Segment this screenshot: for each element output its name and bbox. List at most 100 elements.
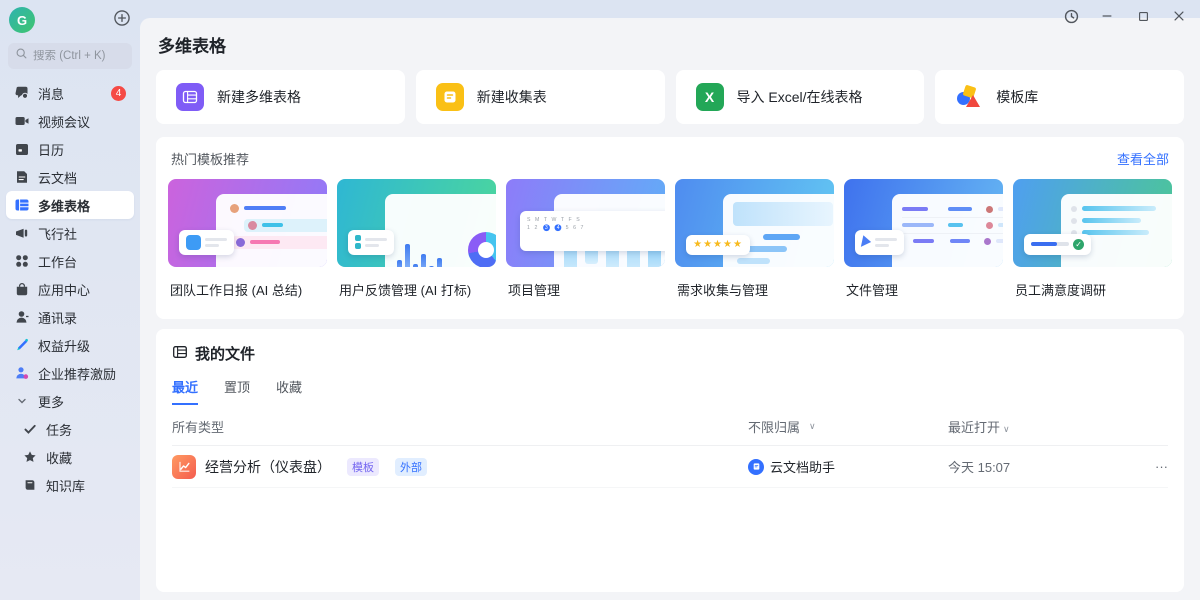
template-card-feedback[interactable]: 用户反馈管理 (AI 打标)	[337, 179, 496, 299]
owner-name: 云文档助手	[770, 457, 835, 476]
sidebar-item-label: 更多	[38, 392, 64, 411]
sidebar-item-label: 知识库	[46, 476, 85, 495]
bag-icon	[14, 281, 30, 297]
import-excel-button[interactable]: X 导入 Excel/在线表格	[676, 70, 925, 124]
avatar[interactable]: G	[9, 7, 35, 33]
sidebar-item-contacts[interactable]: 通讯录	[6, 303, 134, 331]
template-thumbnail	[337, 179, 496, 267]
sidebar-item-more[interactable]: 更多	[6, 387, 134, 415]
template-label: 员工满意度调研	[1013, 280, 1172, 299]
file-name: 经营分析（仪表盘）	[205, 457, 331, 477]
sidebar-item-referral[interactable]: 企业推荐激励	[6, 359, 134, 387]
template-label: 团队工作日报 (AI 总结)	[168, 280, 327, 299]
sidebar-item-label: 云文档	[38, 168, 77, 187]
sidebar-item-label: 收藏	[46, 448, 72, 467]
new-form-button[interactable]: 新建收集表	[416, 70, 665, 124]
sidebar-item-label: 权益升级	[38, 336, 90, 355]
template-library-icon	[955, 83, 983, 111]
sidebar-item-upgrade[interactable]: 权益升级	[6, 331, 134, 359]
bitable-outline-icon	[172, 344, 188, 364]
files-tabs: 最近 置顶 收藏	[172, 377, 1168, 405]
template-card-satisfaction-survey[interactable]: ✓ 员工满意度调研	[1013, 179, 1172, 299]
sidebar-item-label: 应用中心	[38, 280, 90, 299]
more-options-button[interactable]: ···	[1128, 459, 1168, 474]
filter-opened[interactable]: 最近打开∨	[948, 417, 1128, 436]
app-window: G 消息 4 视频会议 日历 云文	[0, 0, 1200, 600]
titlebar-controls	[1062, 7, 1188, 25]
template-card-file-management[interactable]: 文件管理	[844, 179, 1003, 299]
file-open-time: 今天 15:07	[948, 457, 1128, 476]
action-label: 模板库	[996, 87, 1038, 107]
template-label: 用户反馈管理 (AI 打标)	[337, 280, 496, 299]
sidebar-item-workplace[interactable]: 工作台	[6, 247, 134, 275]
sidebar-item-tasks[interactable]: 任务	[6, 415, 134, 443]
chevron-down-icon	[14, 393, 30, 409]
unread-badge: 4	[111, 86, 126, 101]
filter-owner[interactable]: 不限归属∨	[748, 417, 948, 436]
history-icon[interactable]	[1062, 7, 1080, 25]
close-button[interactable]	[1170, 7, 1188, 25]
view-all-link[interactable]: 查看全部	[1117, 149, 1169, 168]
new-bitable-button[interactable]: 新建多维表格	[156, 70, 405, 124]
template-library-button[interactable]: 模板库	[935, 70, 1184, 124]
megaphone-icon	[14, 225, 30, 241]
template-thumbnail	[168, 179, 327, 267]
sidebar-item-app-center[interactable]: 应用中心	[6, 275, 134, 303]
bitable-icon	[14, 197, 30, 213]
tab-favorites[interactable]: 收藏	[276, 377, 302, 405]
file-row[interactable]: 经营分析（仪表盘） 模板 外部 云文档助手 今天 15:07 ···	[172, 446, 1168, 488]
sidebar-item-feishu-club[interactable]: 飞行社	[6, 219, 134, 247]
template-label: 需求收集与管理	[675, 280, 834, 299]
main-content: 多维表格 新建多维表格 新建收集表 X 导入 Excel/在线表格 模板库	[140, 18, 1200, 600]
filter-all-types[interactable]: 所有类型	[172, 417, 748, 436]
owner-avatar	[748, 459, 764, 475]
chevron-down-icon: ∨	[809, 421, 816, 432]
sidebar-item-messages[interactable]: 消息 4	[6, 79, 134, 107]
search-box[interactable]	[8, 43, 132, 69]
bitable-icon	[176, 83, 204, 111]
sidebar-item-favorites[interactable]: 收藏	[6, 443, 134, 471]
tab-pinned[interactable]: 置顶	[224, 377, 250, 405]
calendar-icon	[14, 141, 30, 157]
sidebar-item-docs[interactable]: 云文档	[6, 163, 134, 191]
sidebar-item-bitable[interactable]: 多维表格	[6, 191, 134, 219]
excel-icon: X	[696, 83, 724, 111]
template-card-project[interactable]: S M T W T F S 1 2 3 4 5 6 7 项目管理	[506, 179, 665, 299]
star-icon	[22, 449, 38, 465]
sidebar: G 消息 4 视频会议 日历 云文	[0, 0, 140, 600]
person-icon	[14, 309, 30, 325]
hot-templates-panel: 热门模板推荐 查看全部 团队工作日报 (AI 总结)	[156, 137, 1184, 319]
template-card-requirements[interactable]: ★★★★★ 需求收集与管理	[675, 179, 834, 299]
sidebar-item-calendar[interactable]: 日历	[6, 135, 134, 163]
chevron-down-icon: ∨	[1003, 424, 1010, 434]
video-camera-icon	[14, 113, 30, 129]
tab-recent[interactable]: 最近	[172, 377, 198, 405]
template-label: 项目管理	[506, 280, 665, 299]
template-thumbnail: ✓	[1013, 179, 1172, 267]
search-input[interactable]	[33, 50, 125, 62]
action-row: 新建多维表格 新建收集表 X 导入 Excel/在线表格 模板库	[156, 70, 1184, 124]
template-badge: 模板	[347, 458, 379, 476]
gem-icon	[14, 337, 30, 353]
page-title: 多维表格	[158, 32, 1184, 57]
templates-section-title: 热门模板推荐	[171, 149, 249, 168]
stars-icon: ★★★★★	[693, 240, 743, 250]
template-thumbnail: ★★★★★	[675, 179, 834, 267]
action-label: 新建收集表	[477, 87, 547, 107]
action-label: 导入 Excel/在线表格	[737, 87, 863, 107]
form-icon	[436, 83, 464, 111]
sidebar-item-video-meeting[interactable]: 视频会议	[6, 107, 134, 135]
book-icon	[22, 477, 38, 493]
maximize-button[interactable]	[1134, 7, 1152, 25]
sidebar-item-label: 飞行社	[38, 224, 77, 243]
template-thumbnail	[844, 179, 1003, 267]
template-card-daily-report[interactable]: 团队工作日报 (AI 总结)	[168, 179, 327, 299]
sidebar-item-label: 工作台	[38, 252, 77, 271]
my-files-panel: 我的文件 最近 置顶 收藏 所有类型 不限归属∨ 最近打开∨ 经营分析（仪表盘）…	[156, 329, 1184, 592]
add-icon[interactable]	[113, 9, 131, 32]
check-icon	[22, 421, 38, 437]
minimize-button[interactable]	[1098, 7, 1116, 25]
sidebar-item-label: 通讯录	[38, 308, 77, 327]
sidebar-item-wiki[interactable]: 知识库	[6, 471, 134, 499]
external-badge: 外部	[395, 458, 427, 476]
